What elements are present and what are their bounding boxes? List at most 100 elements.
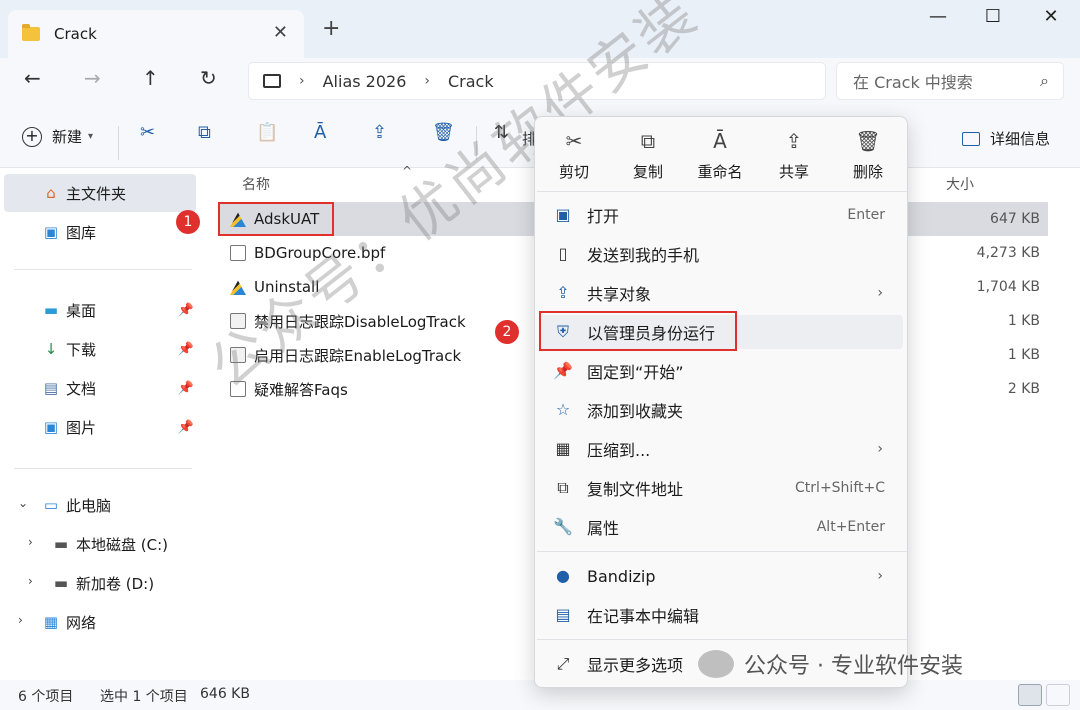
chevron-right-icon: › — [877, 285, 883, 301]
menu-item-copy-path[interactable]: ⧉ 复制文件地址 Ctrl+Shift+C — [539, 471, 903, 505]
refresh-button[interactable]: ↻ — [200, 66, 217, 90]
pin-icon[interactable]: 📌 — [178, 381, 194, 396]
file-size: 1 KB — [1007, 313, 1040, 329]
up-button[interactable]: ↑ — [142, 66, 159, 90]
drive-icon: ▬ — [53, 574, 69, 592]
column-header-size[interactable]: 大小 — [946, 174, 974, 194]
details-label: 详细信息 — [990, 130, 1051, 148]
menu-item-send-to-phone[interactable]: ▯ 发送到我的手机 — [539, 237, 903, 271]
menu-item-compress[interactable]: ▦ 压缩到... › — [539, 432, 903, 466]
breadcrumb-separator: › — [299, 73, 305, 89]
more-options-icon: ⤢ — [556, 654, 570, 673]
expand-chevron-icon[interactable]: › — [28, 535, 33, 549]
selection-size: 646 KB — [200, 686, 250, 702]
divider — [14, 269, 192, 270]
context-copy-button[interactable]: ⧉ 复制 — [613, 129, 683, 182]
expand-chevron-icon[interactable]: › — [18, 613, 23, 627]
sidebar-item-gallery[interactable]: ▣ 图库 — [4, 213, 196, 251]
tool-label: 共享 — [778, 163, 809, 181]
maximize-button[interactable]: ☐ — [973, 6, 1013, 27]
context-delete-button[interactable]: 🗑 删除 — [833, 129, 903, 182]
computer-icon: ▭ — [43, 496, 59, 514]
open-icon: ▣ — [555, 205, 571, 224]
menu-item-open[interactable]: ▣ 打开 Enter — [539, 198, 903, 232]
divider — [118, 126, 119, 160]
close-window-button[interactable]: ✕ — [1031, 6, 1071, 27]
sidebar-item-label: 图片 — [66, 418, 97, 437]
context-toolbar: ✂ 剪切 ⧉ 复制 Ā 重命名 ⇪ 共享 🗑 删除 — [535, 117, 909, 189]
shortcut-label: Alt+Enter — [816, 519, 885, 535]
phone-icon: ▯ — [558, 244, 568, 263]
rename-icon[interactable]: Ā — [314, 122, 326, 143]
download-icon: ↓ — [44, 340, 58, 358]
sidebar-item-downloads[interactable]: ↓ 下载 📌 — [4, 330, 196, 368]
share-icon[interactable]: ⇪ — [372, 122, 387, 143]
cut-icon[interactable]: ✂ — [140, 122, 155, 143]
context-share-button[interactable]: ⇪ 共享 — [759, 129, 829, 182]
sidebar-item-home[interactable]: ⌂ 主文件夹 — [4, 174, 196, 212]
sidebar-item-desktop[interactable]: ▬ 桌面 📌 — [4, 291, 196, 329]
pin-icon[interactable]: 📌 — [178, 303, 194, 318]
breadcrumb-crack[interactable]: Crack — [448, 72, 494, 91]
tab-title: Crack — [54, 25, 97, 43]
shortcut-label: Ctrl+Shift+C — [795, 480, 885, 496]
file-size: 1 KB — [1007, 347, 1040, 363]
menu-item-properties[interactable]: 🔧 属性 Alt+Enter — [539, 510, 903, 544]
menu-item-share[interactable]: ⇪ 共享对象 › — [539, 276, 903, 310]
drive-icon: ▬ — [53, 535, 69, 553]
sidebar-item-network[interactable]: › ▦ 网络 — [4, 603, 196, 641]
details-button[interactable]: 详细信息 — [962, 128, 1050, 149]
search-input[interactable]: 在 Crack 中搜索 ⌕ — [836, 62, 1064, 100]
new-tab-button[interactable]: + — [322, 16, 340, 41]
context-rename-button[interactable]: Ā 重命名 — [685, 129, 755, 182]
sidebar-item-label: 下载 — [66, 340, 97, 359]
minimize-button[interactable]: — — [918, 6, 958, 27]
menu-item-label: 发送到我的手机 — [587, 246, 700, 265]
back-button[interactable]: ← — [24, 66, 41, 90]
menu-item-bandizip[interactable]: ● Bandizip › — [539, 559, 903, 593]
wechat-icon — [698, 650, 734, 678]
context-cut-button[interactable]: ✂ 剪切 — [539, 129, 609, 182]
divider — [537, 191, 907, 192]
menu-item-label: 添加到收藏夹 — [587, 402, 684, 421]
bandizip-icon: ● — [556, 566, 570, 585]
highlight-box — [218, 202, 334, 236]
sidebar-item-drive-c[interactable]: › ▬ 本地磁盘 (C:) — [4, 525, 196, 563]
watermark-footer: 公众号 · 专业软件安装 — [698, 648, 963, 680]
copy-icon: ⧉ — [640, 129, 656, 153]
details-view-button[interactable] — [1018, 684, 1042, 706]
menu-item-pin-to-start[interactable]: 📌 固定到“开始” — [539, 354, 903, 388]
expand-chevron-icon[interactable]: › — [28, 574, 33, 588]
sidebar-item-documents[interactable]: ▤ 文档 📌 — [4, 369, 196, 407]
close-tab-icon[interactable]: ✕ — [273, 22, 288, 43]
file-size: 2 KB — [1007, 381, 1040, 397]
menu-item-label: 压缩到... — [587, 441, 651, 460]
sidebar-item-pictures[interactable]: ▣ 图片 📌 — [4, 408, 196, 446]
tab-crack[interactable]: Crack ✕ — [8, 10, 304, 58]
menu-item-label: 显示更多选项 — [587, 656, 684, 675]
gallery-icon: ▣ — [43, 223, 59, 241]
notepad-icon: ▤ — [555, 605, 571, 624]
plus-icon: + — [22, 126, 42, 147]
tiles-view-button[interactable] — [1046, 684, 1070, 706]
sidebar-item-this-pc[interactable]: ⌄ ▭ 此电脑 — [4, 486, 196, 524]
chevron-down-icon: ▾ — [88, 131, 94, 142]
context-menu: ✂ 剪切 ⧉ 复制 Ā 重命名 ⇪ 共享 🗑 删除 ▣ 打开 Enter ▯ 发… — [495, 116, 909, 688]
new-button[interactable]: + 新建 ▾ — [22, 126, 93, 147]
title-bar: Crack ✕ + — ☐ ✕ — [0, 0, 1080, 58]
breadcrumb-alias[interactable]: Alias 2026 — [323, 72, 407, 91]
pin-icon[interactable]: 📌 — [178, 420, 194, 435]
sidebar-item-drive-d[interactable]: › ▬ 新加卷 (D:) — [4, 564, 196, 602]
menu-item-label: Bandizip — [587, 566, 656, 586]
menu-item-edit-notepad[interactable]: ▤ 在记事本中编辑 — [539, 598, 903, 632]
sidebar-item-label: 图库 — [66, 223, 97, 242]
file-size: 4,273 KB — [976, 245, 1040, 261]
collapse-chevron-icon[interactable]: ⌄ — [18, 496, 28, 510]
copy-icon[interactable]: ⧉ — [198, 122, 211, 143]
forward-button[interactable]: → — [84, 66, 101, 90]
paste-icon[interactable]: 📋 — [256, 122, 278, 143]
pin-icon[interactable]: 📌 — [178, 342, 194, 357]
column-header-name[interactable]: 名称 — [242, 174, 270, 194]
menu-item-add-favorites[interactable]: ☆ 添加到收藏夹 — [539, 393, 903, 427]
step-badge-2: 2 — [495, 320, 519, 344]
